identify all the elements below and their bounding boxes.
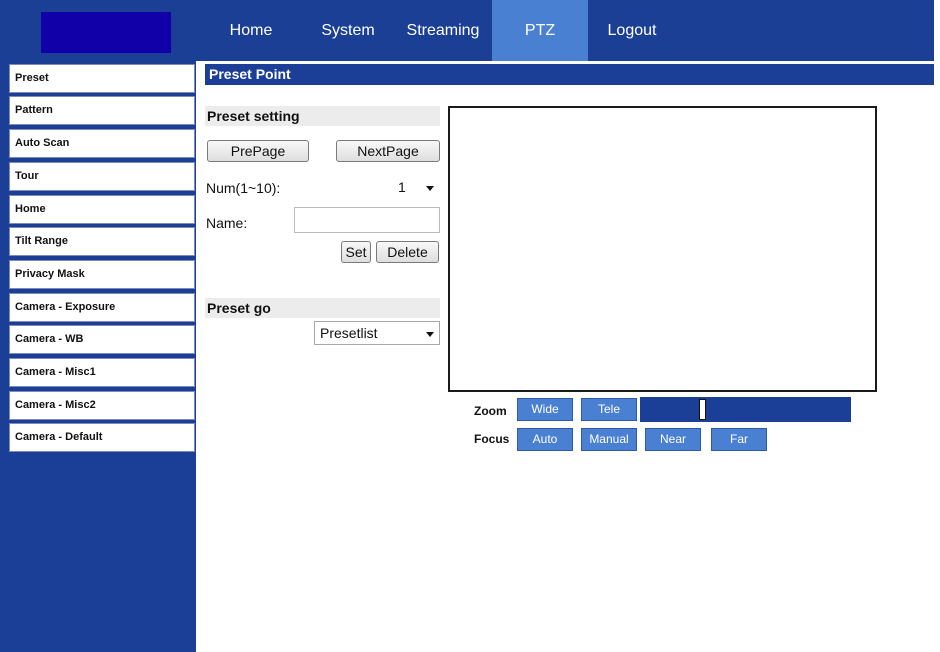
sidebar-item-camera-default[interactable]: Camera - Default [9,423,195,452]
logo [41,12,171,53]
nav-system[interactable]: System [309,0,387,61]
sidebar-item-camera-misc2[interactable]: Camera - Misc2 [9,391,195,420]
sidebar-item-tilt-range[interactable]: Tilt Range [9,227,195,256]
num-label: Num(1~10): [206,180,281,196]
zoom-wide-button[interactable]: Wide [517,398,573,421]
preset-list-value: Presetlist [320,325,378,341]
sidebar-item-home[interactable]: Home [9,195,195,224]
focus-near-button[interactable]: Near [645,428,701,451]
preset-list-select[interactable]: Presetlist [314,321,440,345]
preset-setting-header: Preset setting [205,106,440,126]
sidebar-item-tour[interactable]: Tour [9,162,195,191]
chevron-down-icon [426,186,434,191]
sidebar: Preset Pattern Auto Scan Tour Home Tilt … [6,61,196,652]
zoom-tele-button[interactable]: Tele [581,398,637,421]
sidebar-item-auto-scan[interactable]: Auto Scan [9,129,195,158]
sidebar-item-camera-misc1[interactable]: Camera - Misc1 [9,358,195,387]
focus-far-button[interactable]: Far [711,428,767,451]
focus-manual-button[interactable]: Manual [581,428,637,451]
name-field[interactable] [294,207,440,233]
zoom-slider-handle[interactable] [699,399,706,420]
nextpage-button[interactable]: NextPage [336,140,440,162]
num-select[interactable]: 1 [392,175,440,199]
nav-streaming[interactable]: Streaming [395,0,491,61]
set-button[interactable]: Set [341,241,371,263]
top-navigation-bar: Home System Streaming PTZ Logout [6,0,934,61]
sidebar-item-preset[interactable]: Preset [9,64,195,93]
num-select-value: 1 [398,179,406,195]
delete-button[interactable]: Delete [376,241,439,263]
sidebar-item-camera-wb[interactable]: Camera - WB [9,325,195,354]
nav-home[interactable]: Home [216,0,286,61]
sidebar-item-camera-exposure[interactable]: Camera - Exposure [9,293,195,322]
zoom-slider[interactable] [640,397,851,422]
video-preview[interactable] [448,106,877,392]
prepage-button[interactable]: PrePage [207,140,309,162]
focus-label: Focus [474,432,510,446]
chevron-down-icon [426,332,434,337]
zoom-label: Zoom [474,404,507,418]
nav-logout[interactable]: Logout [594,0,670,61]
name-label: Name: [206,215,248,231]
nav-ptz[interactable]: PTZ [492,0,588,61]
focus-auto-button[interactable]: Auto [517,428,573,451]
preset-go-header: Preset go [205,298,440,318]
page-title: Preset Point [205,64,934,85]
sidebar-item-pattern[interactable]: Pattern [9,96,195,125]
sidebar-item-privacy-mask[interactable]: Privacy Mask [9,260,195,289]
